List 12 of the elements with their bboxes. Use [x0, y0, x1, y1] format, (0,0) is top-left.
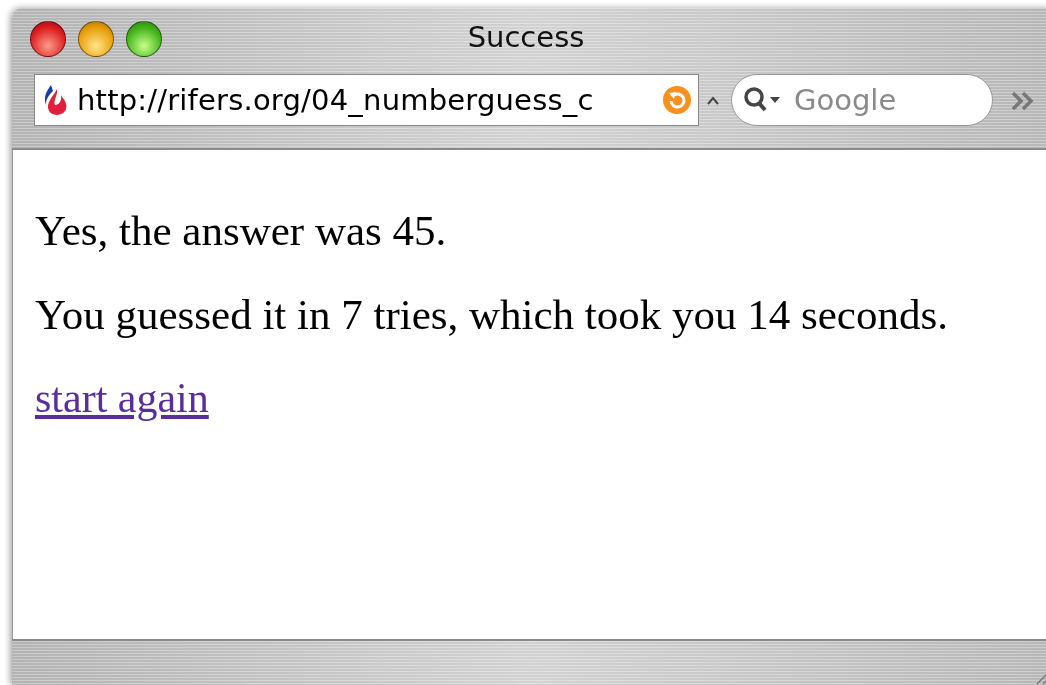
search-field[interactable]: Google: [731, 74, 993, 126]
message-text: You guessed it in 7 tries, which took you 14 seconds.: [35, 290, 949, 340]
start-again-link[interactable]: start again: [35, 375, 209, 421]
minimize-button[interactable]: [78, 21, 114, 57]
close-button[interactable]: [30, 21, 66, 57]
reload-icon[interactable]: [662, 85, 692, 115]
message-text: Yes, the answer was 45.: [35, 206, 448, 256]
address-field[interactable]: http://rifers.org/04_numberguess_c: [34, 74, 699, 126]
caret-icon[interactable]: [707, 96, 719, 106]
url-text: http://rifers.org/04_numberguess_c: [77, 83, 595, 117]
zoom-button[interactable]: [126, 21, 162, 57]
window-title: Success: [467, 20, 585, 54]
